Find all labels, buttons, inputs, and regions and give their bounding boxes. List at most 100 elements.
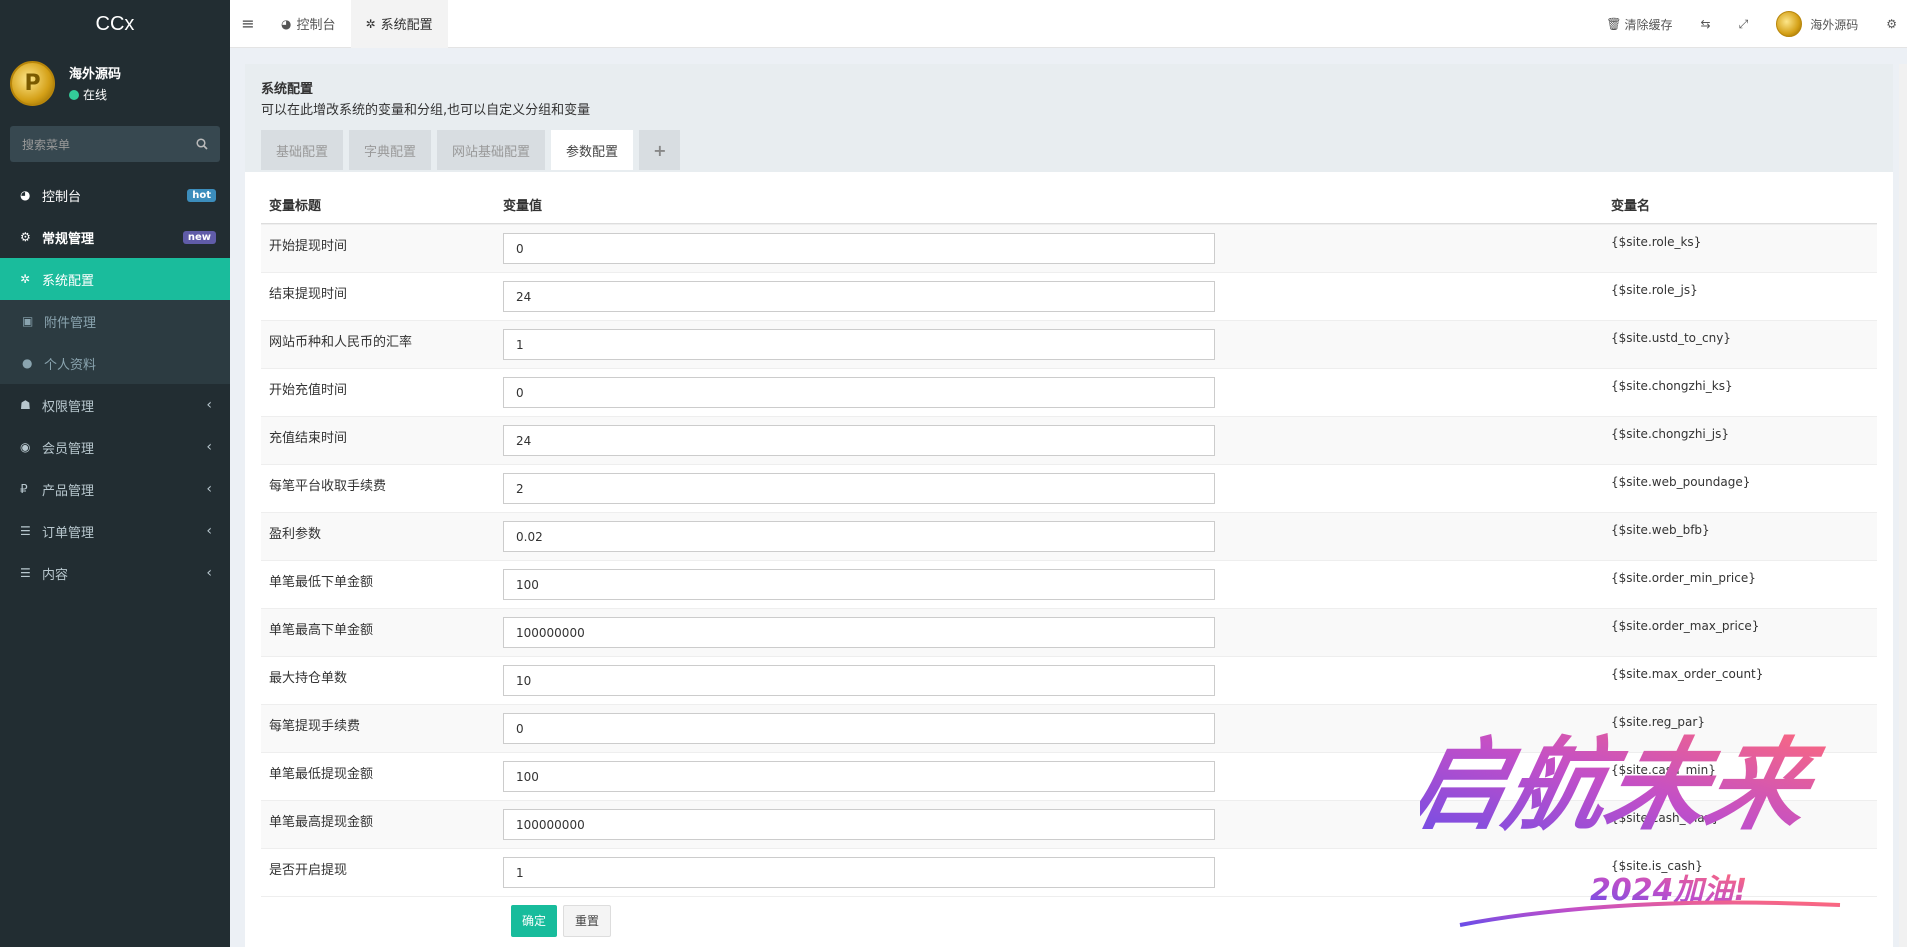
- column-header-value: 变量值: [503, 199, 543, 214]
- tab-label: 系统配置: [380, 18, 433, 33]
- user-panel: P 海外源码 在线: [0, 48, 230, 118]
- user-name: 海外源码: [69, 67, 122, 82]
- variable-value-input[interactable]: 10: [503, 665, 1215, 696]
- tab-parameter-config[interactable]: 参数配置: [551, 130, 634, 170]
- sidebar-item-content[interactable]: ☰ 内容 ‹: [0, 552, 230, 594]
- variable-value-input[interactable]: 100: [503, 761, 1215, 792]
- table-row: 是否开启提现 1 {$site.is_cash}: [261, 848, 1877, 896]
- panel-heading: 系统配置 可以在此增改系统的变量和分组,也可以自定义分组和变量 基础配置 字典配…: [245, 64, 1893, 172]
- fullscreen-icon: ⤢: [1738, 16, 1749, 31]
- page-scrollbar[interactable]: [1899, 64, 1907, 947]
- variable-value-cell: 100000000: [503, 609, 1603, 648]
- sidebar-item-profile[interactable]: ● 个人资料: [0, 342, 230, 384]
- list-icon: ☰: [20, 524, 31, 538]
- column-header-name: 变量名: [1611, 199, 1651, 214]
- variable-value-cell: 0.02: [503, 513, 1603, 552]
- variable-value-input[interactable]: 100000000: [503, 617, 1215, 648]
- variable-name: {$site.web_bfb}: [1611, 523, 1710, 537]
- tab-basic-config[interactable]: 基础配置: [261, 130, 344, 170]
- sidebar-item-label: 系统配置: [42, 273, 95, 289]
- variable-value-cell: 1: [503, 849, 1603, 888]
- hot-badge: hot: [187, 188, 216, 202]
- variable-value-input[interactable]: 2: [503, 473, 1215, 504]
- user-menu[interactable]: 海外源码: [1762, 11, 1872, 37]
- variable-name: {$site.cash_max}: [1611, 811, 1720, 825]
- variable-name: {$site.role_ks}: [1611, 235, 1702, 249]
- submit-button[interactable]: 确定: [511, 904, 558, 937]
- variable-title: 是否开启提现: [269, 863, 348, 878]
- variable-title: 结束提现时间: [269, 287, 348, 302]
- sidebar-item-orders[interactable]: ☰ 订单管理 ‹: [0, 510, 230, 552]
- table-row: 单笔最高下单金额 100000000 {$site.order_max_price}: [261, 608, 1877, 656]
- variable-value-input[interactable]: 0: [503, 377, 1215, 408]
- sidebar-item-general[interactable]: ⚙ 常规管理 new: [0, 216, 230, 258]
- variable-name: {$site.chongzhi_ks}: [1611, 379, 1733, 393]
- menu-search-input[interactable]: 搜索菜单: [10, 126, 220, 162]
- sidebar-item-system-config[interactable]: ✲ 系统配置: [0, 258, 230, 300]
- variable-value-input[interactable]: 0: [503, 233, 1215, 264]
- new-badge: new: [182, 230, 216, 244]
- table-row: 每笔平台收取手续费 2 {$site.web_poundage}: [261, 464, 1877, 512]
- variable-name: {$site.reg_par}: [1611, 715, 1705, 729]
- table-row: 充值结束时间 24 {$site.chongzhi_js}: [261, 416, 1877, 464]
- tab-site-basic-config[interactable]: 网站基础配置: [437, 130, 546, 170]
- variable-value-cell: 100: [503, 561, 1603, 600]
- variable-value-input[interactable]: 24: [503, 425, 1215, 456]
- online-dot-icon: [69, 89, 79, 100]
- sidebar-item-members[interactable]: ◉ 会员管理 ‹: [0, 426, 230, 468]
- user-icon: ●: [22, 356, 33, 370]
- clear-cache-label: 清除缓存: [1624, 17, 1673, 32]
- tab-system-config[interactable]: ✲ 系统配置: [350, 0, 448, 48]
- variable-name: {$site.cash_min}: [1611, 763, 1716, 777]
- variable-value-input[interactable]: 100000000: [503, 809, 1215, 840]
- tab-dashboard[interactable]: ◕ 控制台: [266, 0, 351, 48]
- form-actions: 确定 重置: [261, 896, 1877, 944]
- sidebar-item-permissions[interactable]: ☗ 权限管理 ‹: [0, 384, 230, 426]
- top-header: ≡ ◕ 控制台 ✲ 系统配置 🗑 清除缓存 ⇆ ⤢ 海外源码 ⚙: [230, 0, 1907, 48]
- sidebar-item-attachments[interactable]: ▣ 附件管理: [0, 300, 230, 342]
- sidebar-item-label: 常规管理: [42, 231, 95, 247]
- variable-name: {$site.is_cash}: [1611, 859, 1703, 873]
- variable-value-cell: 100: [503, 753, 1603, 792]
- variable-value-input[interactable]: 0: [503, 713, 1215, 744]
- sidebar-item-label: 产品管理: [42, 483, 95, 499]
- variable-value-input[interactable]: 1: [503, 857, 1215, 888]
- menu-toggle-icon[interactable]: ≡: [230, 0, 266, 48]
- chevron-left-icon: ‹: [206, 439, 212, 455]
- column-header-title: 变量标题: [269, 199, 322, 214]
- page-description: 可以在此增改系统的变量和分组,也可以自定义分组和变量: [261, 103, 591, 118]
- variable-value-input[interactable]: 1: [503, 329, 1215, 360]
- settings-button[interactable]: ⚙: [1872, 17, 1907, 31]
- tab-dictionary-config[interactable]: 字典配置: [349, 130, 432, 170]
- sidebar-item-products[interactable]: ₽ 产品管理 ‹: [0, 468, 230, 510]
- variable-value-cell: 0: [503, 369, 1603, 408]
- add-group-button[interactable]: +: [639, 130, 681, 170]
- group-icon: ☗: [20, 398, 31, 412]
- table-row: 单笔最低提现金额 100 {$site.cash_min}: [261, 752, 1877, 800]
- variable-title: 盈利参数: [269, 527, 322, 542]
- clear-cache-button[interactable]: 🗑 清除缓存: [1592, 16, 1686, 33]
- config-table: 变量标题 变量值 变量名 开始提现时间 0 {$site.role_ks} 结束提现时…: [261, 186, 1877, 944]
- search-icon[interactable]: [196, 138, 208, 150]
- variable-title: 单笔最高提现金额: [269, 815, 374, 830]
- app-logo[interactable]: CCx: [0, 0, 230, 48]
- reset-button[interactable]: 重置: [563, 904, 612, 937]
- variable-name: {$site.ustd_to_cny}: [1611, 331, 1731, 345]
- config-tabs: 基础配置 字典配置 网站基础配置 参数配置 +: [261, 130, 1877, 170]
- table-row: 最大持仓单数 10 {$site.max_order_count}: [261, 656, 1877, 704]
- variable-name: {$site.web_poundage}: [1611, 475, 1751, 489]
- variable-name: {$site.role_js}: [1611, 283, 1698, 297]
- page-title: 系统配置: [261, 82, 314, 97]
- variable-value-input[interactable]: 100: [503, 569, 1215, 600]
- variable-name: {$site.order_max_price}: [1611, 619, 1760, 633]
- list-icon: ☰: [20, 566, 31, 580]
- ruble-icon: ₽: [20, 482, 28, 496]
- variable-value-input[interactable]: 24: [503, 281, 1215, 312]
- tab-label: 控制台: [296, 18, 336, 33]
- table-row: 网站币种和人民币的汇率 1 {$site.ustd_to_cny}: [261, 320, 1877, 368]
- translate-button[interactable]: ⇆: [1687, 17, 1725, 31]
- sidebar-item-label: 权限管理: [42, 399, 95, 415]
- sidebar-item-dashboard[interactable]: ◕ 控制台 hot: [0, 174, 230, 216]
- variable-value-input[interactable]: 0.02: [503, 521, 1215, 552]
- fullscreen-button[interactable]: ⤢: [1725, 17, 1763, 32]
